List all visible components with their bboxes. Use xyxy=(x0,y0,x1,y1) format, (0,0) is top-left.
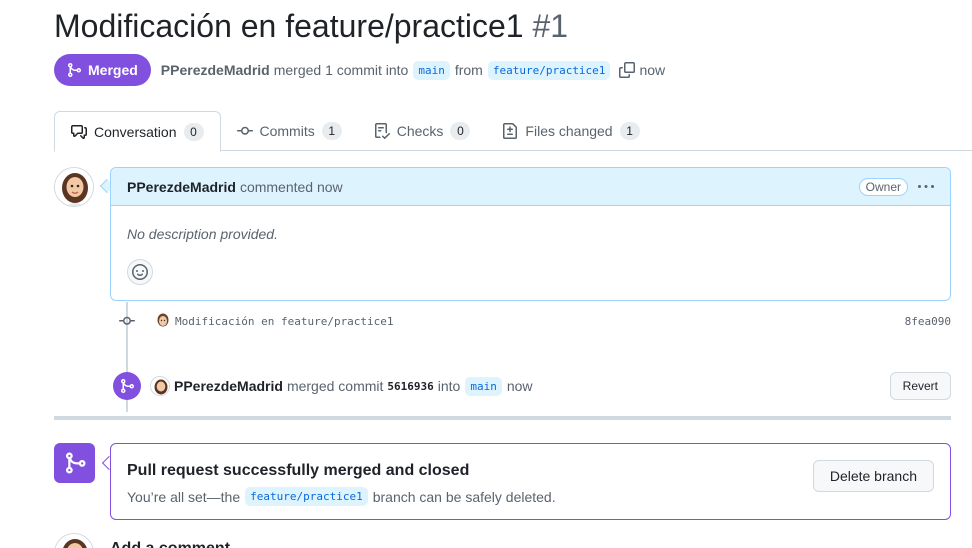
tab-files-changed-count: 1 xyxy=(619,122,640,140)
avatar[interactable] xyxy=(54,167,94,207)
tab-commits-count: 1 xyxy=(321,122,342,140)
git-merge-icon xyxy=(68,63,82,77)
merged-status-box: Pull request successfully merged and clo… xyxy=(110,443,951,520)
timeline-commit: Modificación en feature/practice1 8fea09… xyxy=(117,310,951,332)
merge-summary-text: merged 1 commit into xyxy=(273,62,409,78)
file-diff-icon xyxy=(503,123,518,139)
tab-checks-label: Checks xyxy=(396,123,444,139)
head-branch-label[interactable]: feature/practice1 xyxy=(487,60,611,80)
comment-discussion-icon xyxy=(71,124,87,139)
timeline-merge-event: PPerezdeMadrid merged commit 5616936 int… xyxy=(113,370,951,402)
merge-into-text: into xyxy=(437,378,461,394)
comment-body: No description provided. xyxy=(127,226,278,242)
timeline-divider xyxy=(54,416,951,420)
checklist-icon xyxy=(374,123,390,139)
comment-author-link[interactable]: PPerezdeMadrid xyxy=(127,179,236,195)
delete-branch-button[interactable]: Delete branch xyxy=(812,460,934,492)
merge-base-branch-label[interactable]: main xyxy=(465,376,502,396)
tab-checks[interactable]: Checks 0 xyxy=(358,111,487,151)
add-comment-heading: Add a comment xyxy=(110,540,230,548)
comment-action-text: commented now xyxy=(239,178,343,195)
merge-author-link[interactable]: PPerezdeMadrid xyxy=(174,378,283,394)
git-merge-icon xyxy=(54,443,95,483)
base-branch-label[interactable]: main xyxy=(413,60,450,80)
revert-button[interactable]: Revert xyxy=(889,372,951,400)
merged-desc-after: branch can be safely deleted. xyxy=(372,488,556,505)
pr-author-link[interactable]: PPerezdeMadrid xyxy=(161,62,270,78)
merge-commit-sha-link[interactable]: 5616936 xyxy=(387,380,433,393)
pr-number: #1 xyxy=(532,8,569,44)
tab-conversation-label: Conversation xyxy=(94,123,177,140)
tab-files-changed[interactable]: Files changed 1 xyxy=(486,111,655,151)
merged-state-label: Merged xyxy=(88,62,138,78)
pr-description-comment: PPerezdeMadrid commented now Owner No de… xyxy=(110,167,951,301)
pr-meta: Merged PPerezdeMadrid merged 1 commit in… xyxy=(54,54,665,86)
tab-conversation-count: 0 xyxy=(183,122,204,141)
avatar-image xyxy=(55,168,93,206)
tab-checks-count: 0 xyxy=(450,122,471,140)
commit-message-link[interactable]: Modificación en feature/practice1 xyxy=(175,315,394,328)
smiley-icon[interactable] xyxy=(127,259,153,285)
tab-commits-label: Commits xyxy=(259,123,315,139)
pr-title-text: Modificación en feature/practice1 xyxy=(54,8,524,44)
pr-title: Modificación en feature/practice1 #1 xyxy=(54,8,568,45)
tab-commits[interactable]: Commits 1 xyxy=(221,111,358,151)
git-merge-icon xyxy=(113,372,141,400)
current-user-avatar[interactable] xyxy=(54,533,94,548)
tab-conversation[interactable]: Conversation 0 xyxy=(54,111,221,152)
owner-badge: Owner xyxy=(858,177,908,196)
merge-author-avatar[interactable] xyxy=(150,376,170,396)
from-text: from xyxy=(454,62,483,78)
pr-tabs: Conversation 0 Commits 1 Checks 0 Files … xyxy=(54,111,972,152)
merged-state-badge: Merged xyxy=(54,54,151,86)
git-commit-icon xyxy=(236,126,253,135)
merged-status-description: You’re all set—the feature/practice1 bra… xyxy=(127,487,556,506)
comment-header: PPerezdeMadrid commented now Owner xyxy=(111,168,950,206)
tab-files-changed-label: Files changed xyxy=(525,123,613,139)
merged-desc-before: You’re all set—the xyxy=(127,488,241,505)
merge-time: now xyxy=(506,378,533,394)
pr-time: now xyxy=(639,62,666,78)
merge-event-text: merged commit xyxy=(286,378,384,394)
merged-head-branch-label[interactable]: feature/practice1 xyxy=(245,487,368,506)
git-commit-icon xyxy=(117,313,137,329)
commit-sha-link[interactable]: 8fea090 xyxy=(905,315,951,328)
kebab-horizontal-icon[interactable] xyxy=(918,179,934,195)
merged-status-title: Pull request successfully merged and clo… xyxy=(127,462,470,479)
copy-icon[interactable] xyxy=(619,62,636,78)
commit-author-avatar[interactable] xyxy=(153,311,173,331)
